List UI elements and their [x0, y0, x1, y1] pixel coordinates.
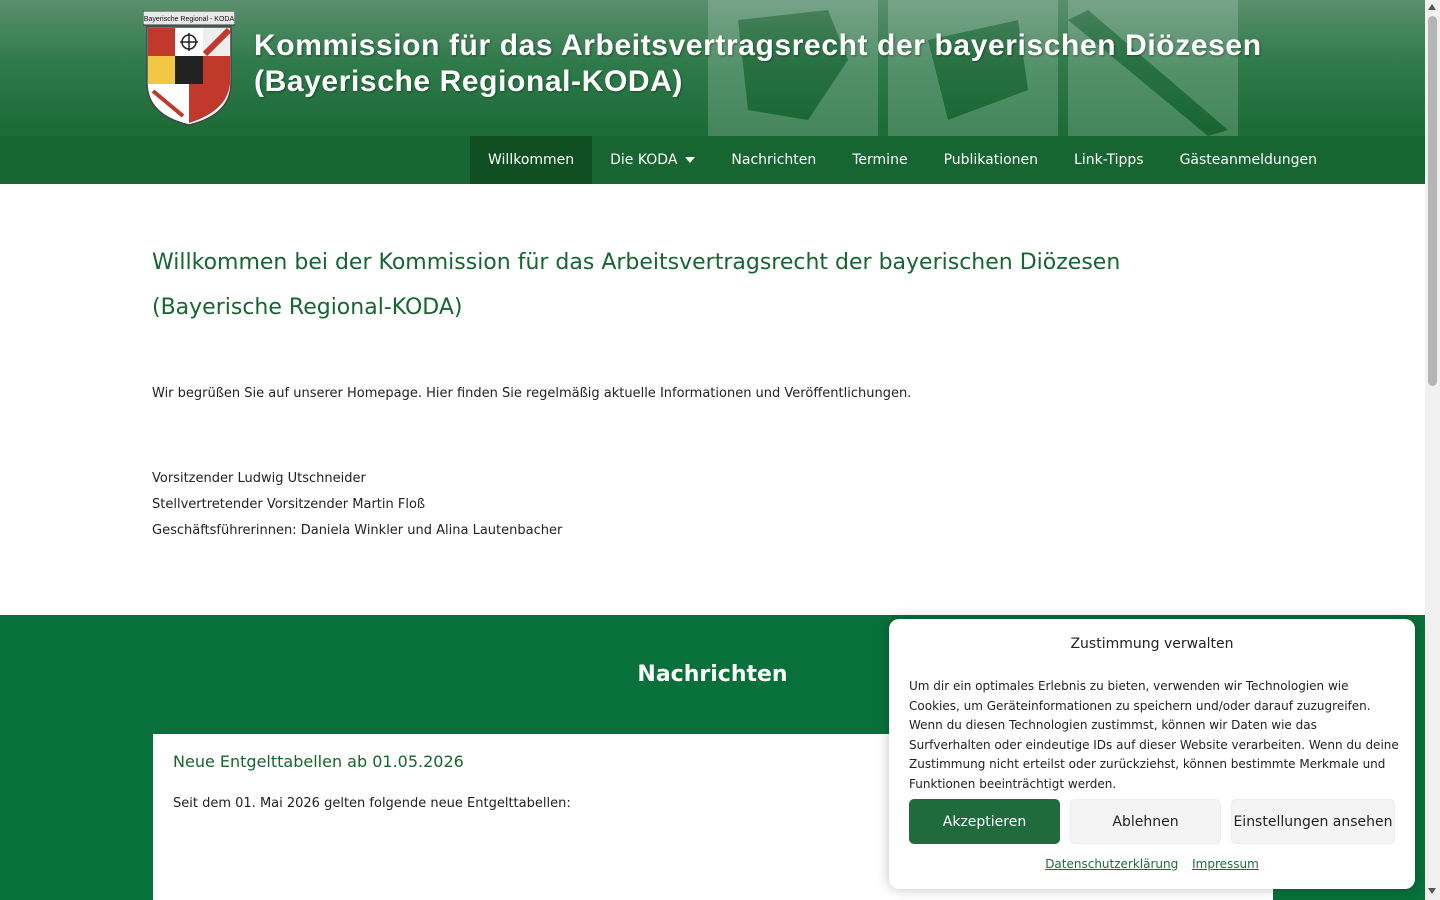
- site-title-line-1: Kommission für das Arbeitsvertragsrecht …: [254, 29, 1262, 62]
- nav-label: Willkommen: [488, 152, 575, 168]
- consent-links: Datenschutzerklärung Impressum: [889, 857, 1415, 871]
- page-title-line-1: Willkommen bei der Kommission für das Ar…: [152, 250, 1121, 275]
- scroll-down-arrow-icon[interactable]: [1428, 888, 1436, 894]
- consent-title: Zustimmung verwalten: [1070, 636, 1234, 652]
- nav-label: Nachrichten: [731, 152, 817, 168]
- chairman-text: Vorsitzender Ludwig Utschneider: [152, 471, 366, 486]
- scrollbar-thumb[interactable]: [1428, 16, 1437, 386]
- nav-label: Link-Tipps: [1074, 152, 1144, 168]
- nav-item-die-koda[interactable]: Die KODA: [592, 136, 713, 184]
- news-card-title[interactable]: Neue Entgelttabellen ab 01.05.2026: [173, 752, 464, 771]
- nav-item-publikationen[interactable]: Publikationen: [926, 136, 1056, 184]
- page-title-line-2: (Bayerische Regional-KODA): [152, 295, 463, 320]
- nav-item-link-tipps[interactable]: Link-Tipps: [1056, 136, 1162, 184]
- site-title-line-2: (Bayerische Regional-KODA): [254, 65, 684, 98]
- privacy-policy-link[interactable]: Datenschutzerklärung: [1045, 857, 1178, 871]
- nav-label: Termine: [852, 152, 908, 168]
- intro-text: Wir begrüßen Sie auf unserer Homepage. H…: [152, 386, 912, 401]
- main-navigation: Willkommen Die KODA Nachrichten Termine …: [0, 136, 1425, 184]
- page-title: Willkommen bei der Kommission für das Ar…: [152, 240, 1152, 330]
- site-header: Bayerische Regional - KODA Kommission fü…: [0, 0, 1425, 184]
- vice-chairman-text: Stellvertretender Vorsitzender Martin Fl…: [152, 497, 426, 512]
- main-content: Willkommen bei der Kommission für das Ar…: [152, 240, 1152, 538]
- board-members-list: Vorsitzender Ludwig Utschneider Stellver…: [152, 466, 562, 544]
- caret-down-icon: [685, 157, 696, 163]
- imprint-link[interactable]: Impressum: [1192, 857, 1259, 871]
- scroll-up-arrow-icon[interactable]: [1428, 4, 1436, 10]
- nav-item-termine[interactable]: Termine: [834, 136, 925, 184]
- nav-label: Gästeanmeldungen: [1179, 152, 1317, 168]
- view-preferences-button[interactable]: Einstellungen ansehen: [1231, 799, 1395, 844]
- nav-label: Publikationen: [943, 152, 1039, 168]
- deny-button[interactable]: Ablehnen: [1070, 799, 1221, 844]
- nav-item-nachrichten[interactable]: Nachrichten: [713, 136, 834, 184]
- site-title: Kommission für das Arbeitsvertragsrecht …: [254, 28, 1354, 100]
- consent-text: Um dir ein optimales Erlebnis zu bieten,…: [909, 679, 1399, 791]
- accept-button[interactable]: Akzeptieren: [909, 799, 1060, 844]
- nav-label: Die KODA: [610, 152, 678, 168]
- cookie-consent-dialog: Zustimmung verwalten Um dir ein optimale…: [889, 619, 1415, 889]
- crest-label: Bayerische Regional - KODA: [144, 16, 235, 23]
- news-card-text: Seit dem 01. Mai 2026 gelten folgende ne…: [173, 796, 571, 811]
- managing-directors-text: Geschäftsführerinnen: Daniela Winkler un…: [152, 523, 563, 538]
- page-scrollbar[interactable]: [1425, 0, 1440, 900]
- nav-item-gaesteanmeldungen[interactable]: Gästeanmeldungen: [1162, 136, 1335, 184]
- koda-crest-logo[interactable]: Bayerische Regional - KODA: [143, 11, 235, 127]
- nav-item-willkommen[interactable]: Willkommen: [470, 136, 593, 184]
